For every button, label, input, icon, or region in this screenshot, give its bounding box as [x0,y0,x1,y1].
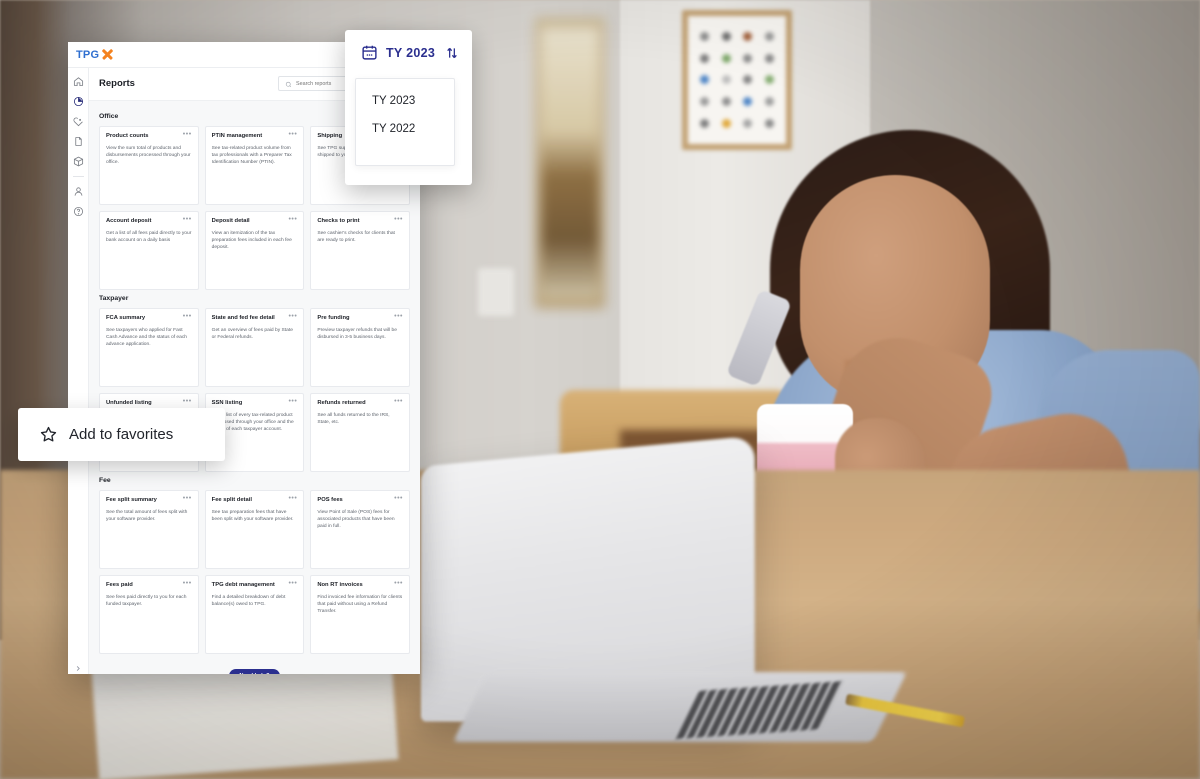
card-menu-icon[interactable]: ••• [288,131,297,138]
tax-year-dropdown-panel: TY 2023 TY 2023 TY 2022 [345,30,472,185]
sidebar-item-promotions[interactable] [72,116,84,127]
group-title-fee: Fee [99,477,111,484]
card-description: View the sum total of products and disbu… [106,146,191,166]
report-card[interactable]: State and fed fee detail ••• Get an overv… [204,308,305,387]
card-description: View an itemization of the tax preparati… [211,231,292,251]
card-title: Checks to print [317,218,360,224]
card-menu-icon[interactable]: ••• [183,580,192,587]
logo-x-icon [101,48,114,61]
sidebar-divider [72,176,84,177]
report-card[interactable]: Non RT invoices ••• Find invoiced fee inf… [310,575,410,654]
logo-text: TPG [76,48,100,61]
card-menu-icon[interactable]: ••• [183,398,192,405]
card-title: FCA summary [106,315,146,321]
report-card[interactable]: Pre funding ••• Preview taxpayer refunds … [310,308,410,387]
card-menu-icon[interactable]: ••• [394,398,403,405]
report-card[interactable]: TPG debt management ••• Find a detailed b… [204,575,305,654]
sidebar-rail [68,68,89,674]
search-icon [285,75,292,93]
card-title: State and fed fee detail [211,315,275,321]
need-help-button[interactable]: Need help? [229,669,280,674]
card-title: SSN listing [211,400,243,406]
card-menu-icon[interactable]: ••• [288,398,297,405]
card-menu-icon[interactable]: ••• [183,131,192,138]
card-title: Fees paid [106,582,133,588]
report-card[interactable]: Fee split summary ••• See the total amoun… [99,490,199,569]
report-card[interactable]: PTIN management ••• See tax-related produ… [204,126,305,205]
report-card[interactable]: Account deposit ••• Get a list of all fee… [99,211,199,290]
tpg-logo[interactable]: TPG [76,48,114,61]
card-title: Product counts [106,133,149,139]
sidebar-item-documents[interactable] [73,136,84,147]
group-title-taxpayer: Taxpayer [99,295,129,302]
sidebar-item-home[interactable] [73,76,84,87]
card-menu-icon[interactable]: ••• [183,216,192,223]
page-title: Reports [99,78,135,89]
card-menu-icon[interactable]: ••• [288,495,297,502]
card-description: Preview taxpayer refunds that will be di… [317,328,397,341]
card-description: See taxpayers who applied for Fast Cash … [106,328,188,348]
report-card[interactable]: Fees paid ••• See fees paid directly to y… [99,575,199,654]
add-to-favorites-label: Add to favorites [69,426,174,443]
card-description: Get an overview of fees paid by State or… [211,328,293,341]
card-title: Unfunded listing [106,400,152,406]
report-grid-fee: Fee split summary ••• See the total amoun… [99,490,410,654]
report-card[interactable]: Fee split detail ••• See tax preparation … [204,490,305,569]
tax-year-selected-label: TY 2023 [386,45,436,60]
report-card[interactable]: FCA summary ••• See taxpayers who applied… [99,308,199,387]
card-menu-icon[interactable]: ••• [288,313,297,320]
sidebar-item-products[interactable] [73,156,84,167]
add-to-favorites-menu[interactable]: Add to favorites [18,408,225,461]
tax-year-selector[interactable]: TY 2023 [345,30,472,69]
calendar-icon [361,44,378,61]
screenshot-stage: TPG TY 2023 [0,0,1200,779]
reports-scroll-area: Office Product counts ••• View the sum to… [89,101,420,674]
report-card[interactable]: Refunds returned ••• See all funds return… [310,393,410,472]
sidebar-item-help[interactable] [73,206,84,217]
card-title: POS fees [317,497,343,503]
report-card[interactable]: Product counts ••• View the sum total of … [99,126,199,205]
card-menu-icon[interactable]: ••• [394,313,403,320]
card-description: See fees paid directly to you for each f… [106,595,187,608]
card-title: Pre funding [317,315,350,321]
card-description: Find a detailed breakdown of debt balanc… [211,595,286,608]
card-menu-icon[interactable]: ••• [288,580,297,587]
tax-year-option-list: TY 2023 TY 2022 [355,78,455,166]
chevron-right-icon[interactable] [75,659,82,671]
report-card[interactable]: POS fees ••• View Point of Sale (POS) fee… [310,490,410,569]
page-footer: Need help? About us | Privacy Policy | S… [99,654,410,674]
card-title: Fee split detail [211,497,252,503]
card-menu-icon[interactable]: ••• [183,313,192,320]
card-description: See tax preparation fees that have been … [211,510,294,523]
card-title: Account deposit [106,218,152,224]
card-title: PTIN management [211,133,263,139]
card-description: See tax-related product volume from tax … [211,146,292,166]
card-description: Get a list of all fees paid directly to … [106,231,192,244]
card-description: See cashier's checks for clients that ar… [317,231,395,244]
report-card[interactable]: Checks to print ••• See cashier's checks … [310,211,410,290]
card-title: Fee split summary [106,497,157,503]
card-description: See the total amount of fees split with … [106,510,188,523]
tax-year-option[interactable]: TY 2023 [356,87,454,115]
star-outline-icon [39,425,58,444]
card-title: Refunds returned [317,400,366,406]
sidebar-item-account[interactable] [73,186,84,197]
card-menu-icon[interactable]: ••• [394,580,403,587]
card-menu-icon[interactable]: ••• [183,495,192,502]
card-menu-icon[interactable]: ••• [288,216,297,223]
sort-arrows-icon[interactable] [445,46,459,60]
card-menu-icon[interactable]: ••• [394,216,403,223]
card-description: Find invoiced fee information for client… [317,595,403,615]
card-title: TPG debt management [211,582,275,588]
sidebar-item-reports[interactable] [73,96,84,107]
card-title: Non RT invoices [317,582,363,588]
card-title: Deposit detail [211,218,250,224]
card-menu-icon[interactable]: ••• [394,495,403,502]
card-description: See all funds returned to the IRS, State… [317,413,390,426]
report-card[interactable]: Deposit detail ••• View an itemization of… [204,211,305,290]
card-description: View Point of Sale (POS) fees for associ… [317,510,395,530]
tax-year-option[interactable]: TY 2022 [356,115,454,143]
